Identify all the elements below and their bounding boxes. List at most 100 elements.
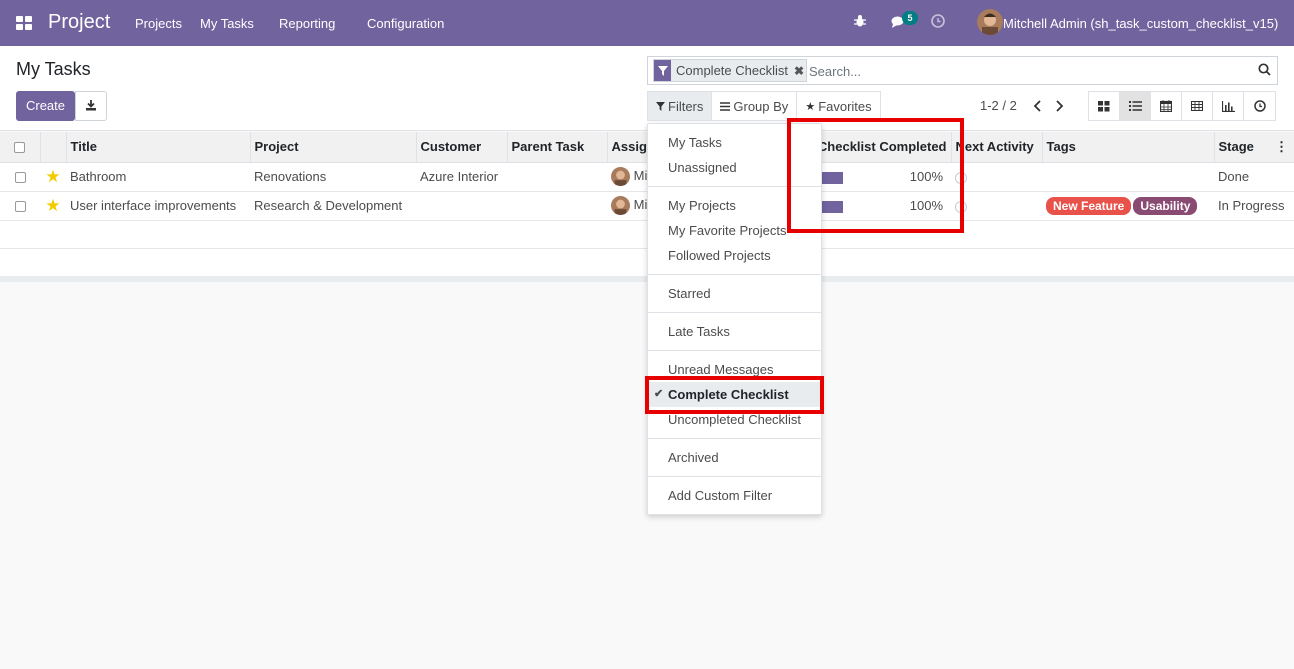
search-options: Filters Group By ★ Favorites [647, 91, 881, 121]
group-by-button[interactable]: Group By [712, 92, 798, 120]
task-project: Research & Development [250, 191, 416, 221]
pager-previous-icon[interactable] [1033, 99, 1042, 115]
activity-clock-icon[interactable] [955, 171, 967, 184]
assignee-avatar [611, 196, 630, 215]
column-header-next-activity[interactable]: Next Activity [951, 132, 1043, 163]
filter-my-favorite-projects[interactable]: My Favorite Projects [648, 218, 821, 243]
activity-clock-icon[interactable] [955, 200, 967, 213]
filter-starred[interactable]: Starred [648, 281, 821, 306]
task-parent [507, 191, 607, 221]
priority-star-icon[interactable]: ★ [40, 162, 66, 192]
nav-projects[interactable]: Projects [135, 16, 182, 31]
search-input[interactable] [809, 61, 1249, 81]
task-tags: New Feature Usability [1042, 191, 1214, 221]
filters-button[interactable]: Filters [648, 92, 713, 120]
favorite-column-header [40, 132, 67, 163]
filter-unassigned[interactable]: Unassigned [648, 155, 821, 180]
activity-view-icon[interactable] [1244, 92, 1275, 120]
task-project: Renovations [250, 162, 416, 192]
row-select-cell[interactable] [0, 162, 40, 192]
task-stage: In Progress [1214, 191, 1294, 221]
column-header-tags[interactable]: Tags [1042, 132, 1215, 163]
dropdown-divider [648, 186, 821, 187]
filter-late-tasks[interactable]: Late Tasks [648, 319, 821, 344]
filters-dropdown: My Tasks Unassigned My Projects My Favor… [647, 123, 822, 515]
dropdown-divider [648, 350, 821, 351]
search-icon[interactable] [1258, 63, 1271, 79]
assignee-avatar [611, 167, 630, 186]
user-avatar[interactable] [977, 9, 1003, 35]
row-checkbox[interactable] [14, 201, 26, 213]
nav-configuration[interactable]: Configuration [367, 16, 444, 31]
filter-complete-checklist-label: Complete Checklist [668, 387, 789, 402]
checkmark-icon: ✔ [654, 388, 664, 400]
control-panel: My Tasks Create Complete Checklist ✖ Fil… [0, 46, 1294, 131]
facet-label: Complete Checklist [676, 63, 788, 78]
favorites-button[interactable]: ★ Favorites [797, 92, 880, 120]
list-view-icon[interactable] [1120, 92, 1151, 120]
column-header-title[interactable]: Title [66, 132, 251, 163]
select-all-cell[interactable] [0, 132, 41, 163]
graph-view-icon[interactable] [1213, 92, 1244, 120]
column-header-project[interactable]: Project [250, 132, 417, 163]
priority-star-icon[interactable]: ★ [40, 191, 66, 221]
filter-followed-projects[interactable]: Followed Projects [648, 243, 821, 268]
row-select-cell[interactable] [0, 191, 40, 221]
dropdown-divider [648, 274, 821, 275]
pager-next-icon[interactable] [1055, 99, 1064, 115]
row-checkbox[interactable] [14, 172, 26, 184]
dropdown-divider [648, 438, 821, 439]
tag-new-feature: New Feature [1046, 196, 1132, 215]
activity-clock-icon[interactable] [931, 14, 945, 31]
task-customer [416, 191, 507, 221]
task-tags [1042, 162, 1214, 192]
user-name[interactable]: Mitchell Admin (sh_task_custom_checklist… [1003, 16, 1278, 31]
checklist-percent: 100% [909, 198, 943, 213]
task-title: User interface improvements [66, 191, 250, 221]
star-icon: ★ [805, 100, 816, 113]
filter-archived[interactable]: Archived [648, 445, 821, 470]
nav-reporting[interactable]: Reporting [279, 16, 335, 31]
dropdown-divider [648, 476, 821, 477]
select-all-checkbox[interactable] [14, 142, 26, 154]
filter-uncompleted-checklist[interactable]: Uncompleted Checklist [648, 407, 821, 432]
filter-my-projects[interactable]: My Projects [648, 193, 821, 218]
checklist-percent: 100% [909, 169, 943, 184]
task-title: Bathroom [66, 162, 250, 192]
column-header-customer[interactable]: Customer [416, 132, 508, 163]
page-title: My Tasks [16, 59, 91, 79]
pager-value[interactable]: 1-2 / 2 [980, 98, 1017, 113]
search-facet: Complete Checklist ✖ [653, 59, 807, 82]
nav-my-tasks[interactable]: My Tasks [200, 16, 254, 31]
export-button[interactable] [75, 91, 107, 121]
tag-usability: Usability [1133, 196, 1198, 215]
kanban-view-icon[interactable] [1089, 92, 1120, 120]
search-bar[interactable]: Complete Checklist ✖ [647, 56, 1278, 85]
filter-unread-messages[interactable]: Unread Messages [648, 357, 821, 382]
column-header-checklist[interactable]: Checklist Completed [813, 132, 952, 163]
create-button[interactable]: Create [16, 91, 75, 121]
add-custom-filter[interactable]: Add Custom Filter [648, 483, 821, 508]
optional-columns-icon[interactable]: ⋮ [1275, 139, 1290, 155]
task-next-activity[interactable] [951, 162, 1042, 192]
assignee-name: Mi [633, 196, 648, 212]
download-icon [85, 99, 97, 114]
filter-my-tasks[interactable]: My Tasks [648, 130, 821, 155]
column-header-parent-task[interactable]: Parent Task [507, 132, 608, 163]
pivot-view-icon[interactable] [1182, 92, 1213, 120]
dropdown-divider [648, 312, 821, 313]
calendar-view-icon[interactable] [1151, 92, 1182, 120]
task-checklist: 100% [813, 162, 951, 192]
top-navbar: Project Projects My Tasks Reporting Conf… [0, 0, 1294, 46]
filter-icon [656, 99, 665, 114]
remove-facet-icon[interactable]: ✖ [792, 64, 806, 78]
task-next-activity[interactable] [951, 191, 1042, 221]
app-brand[interactable]: Project [48, 11, 110, 34]
task-checklist: 100% [813, 191, 951, 221]
list-bars-icon [720, 99, 731, 114]
filter-complete-checklist[interactable]: ✔ Complete Checklist [648, 382, 821, 407]
task-parent [507, 162, 607, 192]
column-header-stage[interactable]: Stage ⋮ [1214, 132, 1294, 163]
apps-menu-icon[interactable] [16, 16, 32, 30]
debug-bug-icon[interactable] [853, 14, 867, 31]
